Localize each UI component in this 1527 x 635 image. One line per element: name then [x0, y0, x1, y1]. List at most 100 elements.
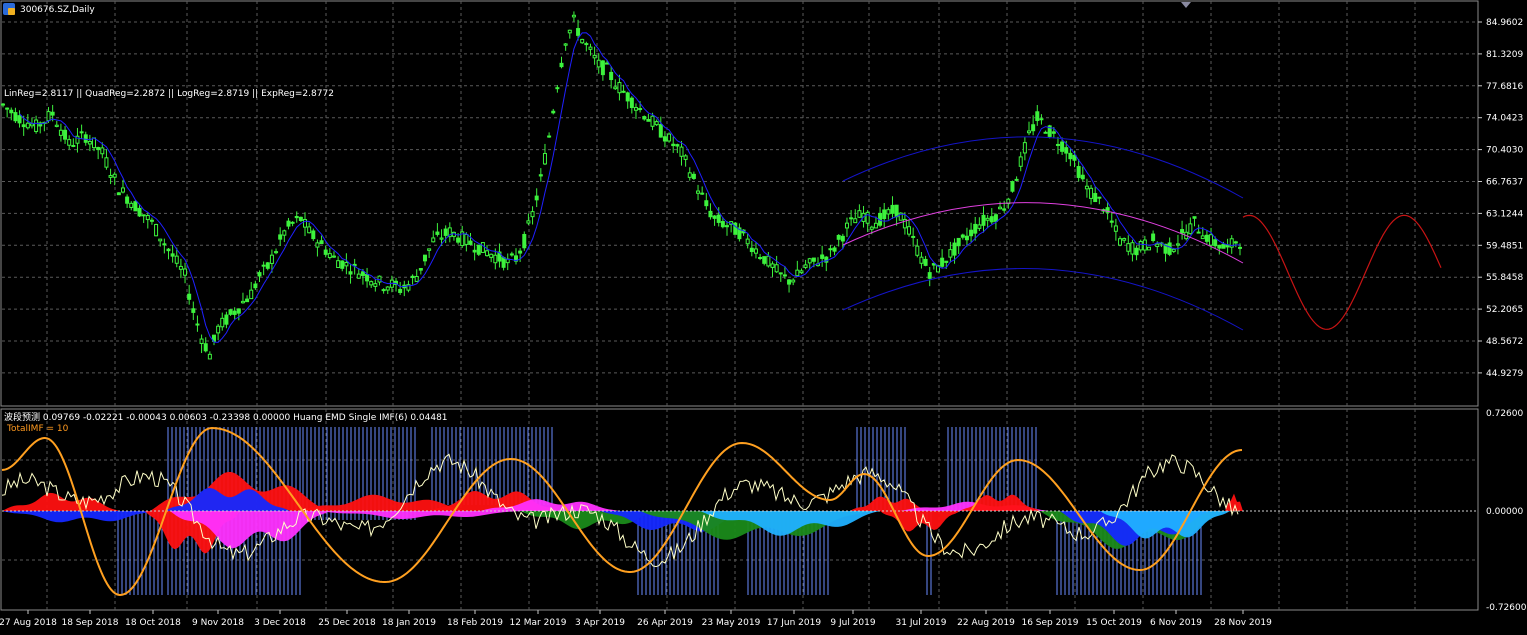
candle-body — [679, 146, 684, 157]
candle-body — [1055, 143, 1060, 146]
candle-body — [820, 254, 825, 259]
candle-body — [1089, 187, 1094, 199]
candle-body — [278, 234, 283, 240]
candle-body — [952, 242, 957, 256]
candle-body — [787, 279, 792, 285]
candle-body — [1200, 235, 1205, 240]
time-tick-label: 3 Apr 2019 — [575, 618, 625, 628]
candle-body — [100, 147, 105, 155]
price-tick-label: 48.5672 — [1486, 337, 1523, 347]
candle-body — [534, 195, 539, 201]
candle-body — [625, 92, 630, 102]
price-tick-label: 84.9602 — [1486, 18, 1523, 28]
candle-body — [125, 196, 130, 204]
candle-body — [360, 271, 365, 276]
candle-body — [46, 111, 51, 122]
candle-body — [418, 268, 423, 271]
candle-body — [340, 260, 345, 269]
candle-body — [778, 272, 783, 275]
time-tick-label: 17 Jun 2019 — [767, 618, 821, 628]
time-tick-label: 18 Jan 2019 — [382, 618, 436, 628]
trading-chart[interactable]: 300676.SZ,Daily LinReg=2.8117 || QuadReg… — [0, 0, 1527, 635]
indicator-tick-label: -0.72600 — [1486, 603, 1527, 613]
candle-body — [67, 139, 72, 146]
candle-body — [708, 210, 713, 218]
price-axis: 84.9602 81.3209 77.6816 74.0423 70.4030 66.76… — [1478, 18, 1523, 379]
candle-body — [1022, 142, 1027, 154]
candle-body — [828, 248, 833, 251]
candle-body — [923, 258, 928, 266]
candle-body — [1151, 233, 1156, 242]
candle-body — [191, 308, 196, 313]
time-tick-label: 18 Sep 2018 — [61, 618, 118, 628]
candle-body — [1014, 178, 1019, 181]
candle-body — [588, 46, 593, 50]
candle-body — [1031, 124, 1036, 132]
candle-body — [890, 204, 895, 214]
candle-body — [1192, 216, 1197, 219]
candle-body — [605, 62, 610, 65]
time-tick-label: 22 Aug 2019 — [957, 618, 1015, 628]
candle-body — [675, 144, 680, 147]
candle-body — [493, 254, 498, 264]
candle-body — [220, 317, 225, 328]
candle-body — [13, 112, 18, 122]
candle-body — [782, 274, 787, 277]
scroll-marker-icon[interactable] — [1181, 2, 1191, 8]
candle-body — [671, 143, 676, 147]
candle-body — [224, 314, 229, 325]
candle-body — [1122, 238, 1127, 241]
candle-body — [240, 300, 245, 304]
candle-body — [1130, 242, 1135, 255]
candle-body — [439, 237, 444, 240]
candle-body — [795, 269, 800, 277]
candle-body — [613, 86, 618, 90]
time-tick-label: 9 Jul 2019 — [830, 618, 875, 628]
candle-body — [964, 235, 969, 241]
candle-body — [1084, 185, 1089, 190]
time-tick-label: 26 Apr 2019 — [637, 618, 693, 628]
candle-body — [79, 131, 84, 134]
candle-body — [1109, 220, 1114, 223]
candle-body — [940, 257, 945, 267]
candle-body — [840, 235, 845, 242]
candle-body — [998, 206, 1003, 210]
candle-body — [129, 202, 134, 208]
candle-body — [344, 261, 349, 267]
candle-body — [307, 226, 312, 234]
candle-body — [691, 173, 696, 179]
candle-body — [654, 121, 659, 126]
price-tick-label: 63.1244 — [1486, 209, 1523, 219]
candle-body — [609, 71, 614, 81]
candle-body — [584, 43, 589, 46]
candle-body — [700, 192, 705, 195]
time-tick-label: 18 Feb 2019 — [447, 618, 503, 628]
candle-body — [145, 215, 150, 221]
candle-body — [54, 124, 59, 127]
candle-body — [791, 279, 796, 283]
moving-average-line — [19, 32, 1241, 343]
price-tick-label: 70.4030 — [1486, 146, 1523, 156]
candle-body — [365, 274, 370, 282]
candle-body — [443, 228, 448, 236]
time-tick-label: 9 Nov 2018 — [192, 618, 244, 628]
indicator-axis: 0.72600 0.00000 -0.72600 — [1486, 409, 1527, 613]
candle-body — [1010, 181, 1015, 192]
time-tick-label: 18 Oct 2018 — [125, 618, 181, 628]
area-red — [2, 492, 120, 511]
main-chart-frame[interactable] — [0, 0, 1479, 407]
time-tick-label: 3 Dec 2018 — [254, 618, 306, 628]
candle-body — [509, 253, 514, 256]
candle-body — [154, 223, 159, 237]
candle-body — [538, 174, 543, 177]
candle-body — [1113, 225, 1118, 232]
candle-body — [977, 224, 982, 229]
candle-body — [567, 29, 572, 34]
candle-body — [981, 214, 986, 226]
candle-body — [158, 238, 163, 242]
candle-body — [882, 209, 887, 220]
candle-body — [63, 129, 68, 140]
area-red — [880, 511, 960, 532]
candle-body — [1035, 111, 1040, 121]
candle-body — [83, 134, 88, 143]
